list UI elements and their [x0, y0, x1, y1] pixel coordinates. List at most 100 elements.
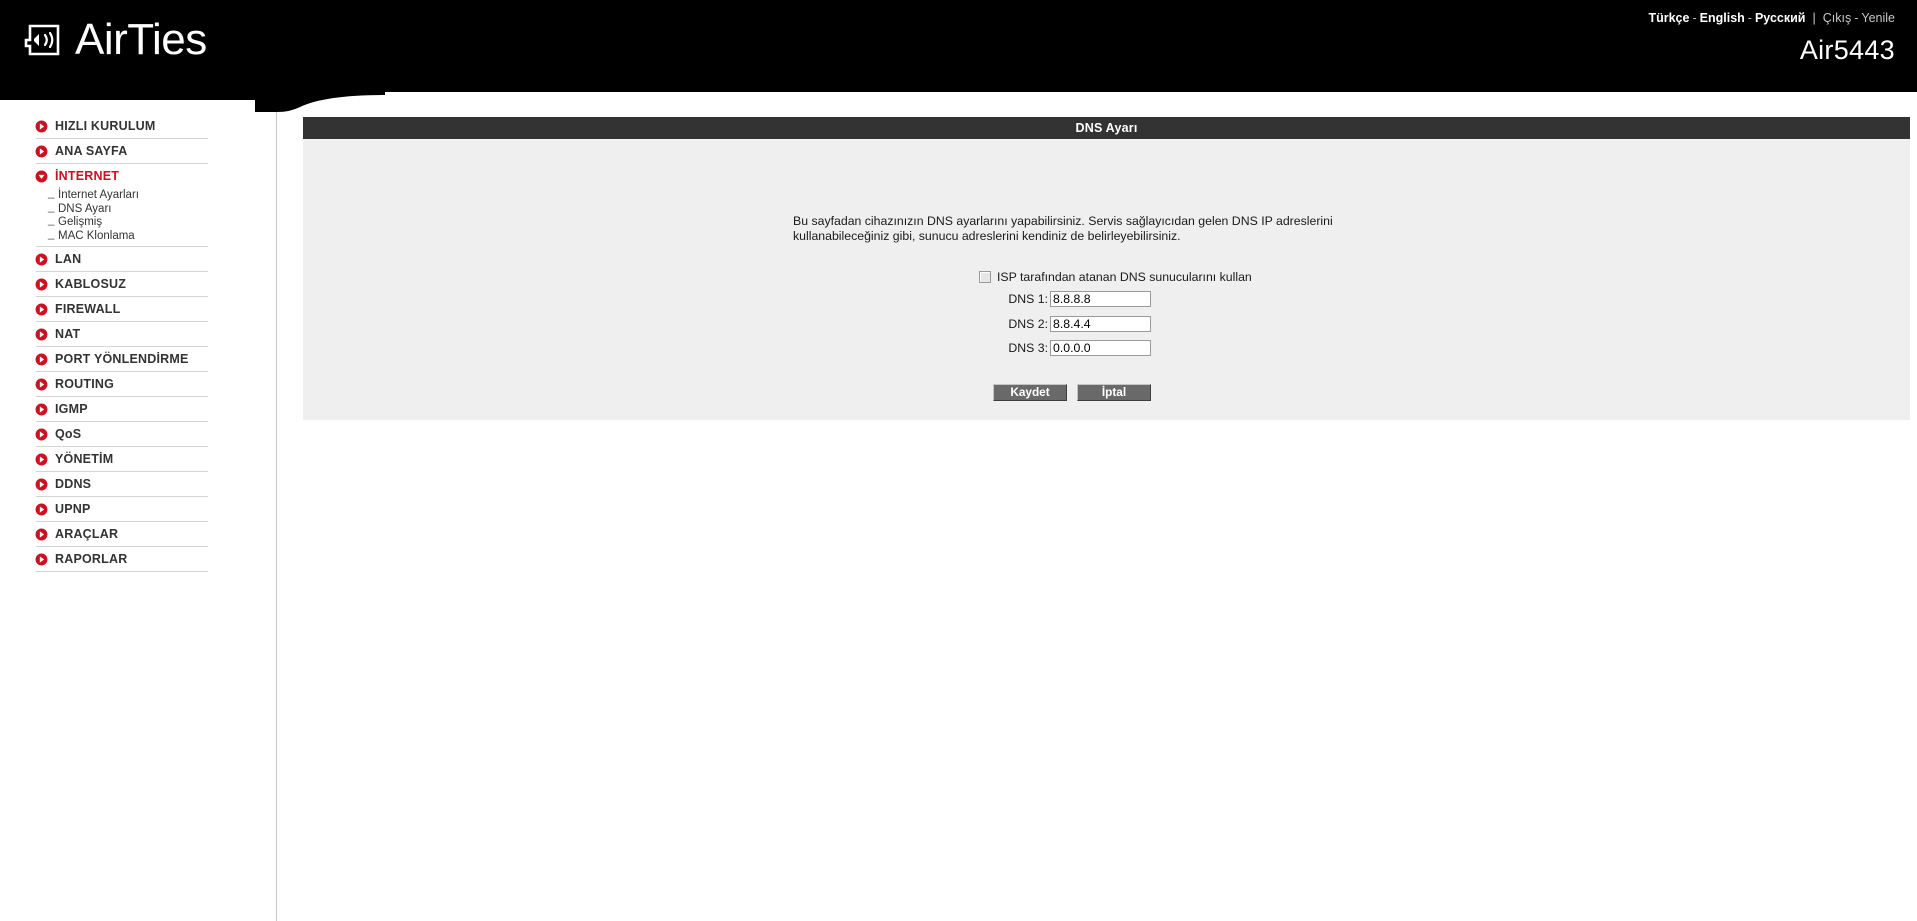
- sidebar-item-label: KABLOSUZ: [55, 277, 127, 292]
- form-actions: Kaydet İptal: [993, 384, 1151, 401]
- dns-2-input[interactable]: [1050, 316, 1151, 332]
- sidebar-item-hizli-kurulum[interactable]: HIZLI KURULUM: [35, 114, 208, 139]
- sidebar-item-igmp[interactable]: IGMP: [35, 397, 208, 423]
- sidebar-item-header[interactable]: KABLOSUZ: [35, 272, 208, 298]
- sidebar-item-label: NAT: [55, 327, 81, 342]
- airties-wifi-logo-icon: [24, 24, 60, 56]
- sidebar-subitem-mac-klonlama[interactable]: MAC Klonlama: [48, 229, 208, 244]
- arrow-right-circle-icon: [35, 403, 48, 416]
- sidebar-item-nat[interactable]: NAT: [35, 322, 208, 348]
- sidebar-item-ara-lar[interactable]: ARAÇLAR: [35, 522, 208, 548]
- arrow-right-circle-icon: [35, 553, 48, 566]
- sidebar-nav: HIZLI KURULUM ANA SAYFA İNTERNET İnternet A…: [0, 100, 277, 921]
- sidebar-item-label: ANA SAYFA: [55, 143, 128, 158]
- lang-link-russian[interactable]: Русский: [1755, 11, 1806, 25]
- sidebar-item-routing[interactable]: ROUTING: [35, 372, 208, 398]
- sidebar-item-label: HIZLI KURULUM: [55, 118, 156, 133]
- sidebar-item-header[interactable]: HIZLI KURULUM: [35, 114, 208, 139]
- sidebar-item-header[interactable]: ROUTING: [35, 372, 208, 398]
- header-curve-decoration: [255, 82, 385, 112]
- dns-3-label: DNS 3:: [1008, 340, 1048, 355]
- sidebar-item-label: LAN: [55, 252, 82, 267]
- sidebar-item-label: UPNP: [55, 502, 91, 517]
- sidebar-item-ddns[interactable]: DDNS: [35, 472, 208, 498]
- sidebar-item-lan[interactable]: LAN: [35, 247, 208, 273]
- lang-separator-1: -: [1692, 11, 1697, 25]
- arrow-right-circle-icon: [35, 120, 48, 132]
- sidebar-item-label: DDNS: [55, 477, 92, 492]
- arrow-right-circle-icon: [35, 478, 48, 491]
- dns-3-row: DNS 3:: [939, 340, 1359, 356]
- sidebar-submenu: İnternet AyarlarıDNS AyarıGelişmişMAC Kl…: [36, 188, 208, 246]
- sidebar-subitem-i-nternet-ayarlar[interactable]: İnternet Ayarları: [48, 188, 208, 203]
- sidebar-item-header[interactable]: PORT YÖNLENDİRME: [35, 347, 208, 373]
- arrow-right-circle-icon: [35, 328, 48, 341]
- dns-1-input[interactable]: [1050, 291, 1151, 307]
- sidebar-item-header[interactable]: RAPORLAR: [35, 547, 208, 573]
- sidebar-item-header[interactable]: ANA SAYFA: [35, 139, 208, 164]
- sidebar-item-label: IGMP: [55, 402, 88, 417]
- language-bar: Türkçe - English - Русский | Çıkış - Yenile: [1648, 11, 1895, 25]
- sidebar-subitem-dns-ayar[interactable]: DNS Ayarı: [48, 202, 208, 217]
- session-separator: -: [1854, 11, 1859, 25]
- sidebar-item-header[interactable]: ARAÇLAR: [35, 522, 208, 548]
- dns-3-input[interactable]: [1050, 340, 1151, 356]
- sidebar-item-header[interactable]: IGMP: [35, 397, 208, 423]
- arrow-right-circle-icon: [35, 378, 48, 391]
- sidebar-subitem-geli-mi[interactable]: Gelişmiş: [48, 215, 208, 230]
- sidebar-item-firewall[interactable]: FIREWALL: [35, 297, 208, 323]
- page-description: Bu sayfadan cihazınızın DNS ayarlarını y…: [793, 214, 1333, 243]
- sidebar-item-kablosuz[interactable]: KABLOSUZ: [35, 272, 208, 298]
- sidebar-item-label: RAPORLAR: [55, 552, 128, 567]
- dns-2-label: DNS 2:: [1008, 316, 1048, 331]
- logout-link[interactable]: Çıkış: [1823, 11, 1851, 25]
- cancel-button[interactable]: İptal: [1077, 384, 1151, 401]
- arrow-down-circle-icon: [35, 170, 48, 183]
- isp-dns-checkbox-label: ISP tarafından atanan DNS sunucularını k…: [997, 270, 1252, 284]
- lang-separator-2: -: [1747, 11, 1752, 25]
- sidebar-item-i-nternet[interactable]: İNTERNET İnternet AyarlarıDNS AyarıGelişm…: [35, 164, 208, 248]
- brand-name: AirTies: [75, 15, 207, 64]
- save-button[interactable]: Kaydet: [993, 384, 1067, 401]
- brand-logo: AirTies: [24, 18, 207, 62]
- isp-dns-checkbox-row[interactable]: ISP tarafından atanan DNS sunucularını k…: [979, 270, 1252, 284]
- lang-link-turkce[interactable]: Türkçe: [1648, 11, 1689, 25]
- arrow-right-circle-icon: [35, 428, 48, 441]
- arrow-right-circle-icon: [35, 278, 48, 291]
- sidebar-item-label: ARAÇLAR: [55, 527, 119, 542]
- sidebar-item-port-y-nlendi-rme[interactable]: PORT YÖNLENDİRME: [35, 347, 208, 373]
- sidebar-item-header[interactable]: İNTERNET: [35, 164, 208, 189]
- arrow-right-circle-icon: [35, 145, 48, 157]
- dns-2-row: DNS 2:: [939, 316, 1359, 332]
- content-panel: DNS Ayarı Bu sayfadan cihazınızın DNS ay…: [303, 117, 1910, 420]
- sidebar-item-ana-sayfa[interactable]: ANA SAYFA: [35, 139, 208, 164]
- sidebar-item-raporlar[interactable]: RAPORLAR: [35, 547, 208, 573]
- sidebar-item-header[interactable]: LAN: [35, 247, 208, 273]
- sidebar-item-header[interactable]: FIREWALL: [35, 297, 208, 323]
- sidebar-item-label: YÖNETİM: [55, 452, 114, 467]
- device-model-name: Air5443: [1799, 35, 1895, 65]
- arrow-right-circle-icon: [35, 453, 48, 466]
- arrow-right-circle-icon: [35, 503, 48, 516]
- sidebar-item-header[interactable]: YÖNETİM: [35, 447, 208, 473]
- app-header: AirTies Türkçe - English - Русский | Çıkış - Yen…: [0, 0, 1917, 92]
- sidebar-item-label: İNTERNET: [55, 169, 120, 184]
- sidebar-item-label: ROUTING: [55, 377, 115, 392]
- sidebar-item-upnp[interactable]: UPNP: [35, 497, 208, 523]
- sidebar-item-y-neti-m[interactable]: YÖNETİM: [35, 447, 208, 473]
- sidebar-item-label: QoS: [55, 427, 82, 442]
- arrow-right-circle-icon: [35, 528, 48, 541]
- sidebar-item-header[interactable]: QoS: [35, 422, 208, 448]
- refresh-link[interactable]: Yenile: [1861, 11, 1895, 25]
- arrow-right-circle-icon: [35, 253, 48, 266]
- isp-dns-checkbox[interactable]: [979, 271, 991, 283]
- sidebar-item-header[interactable]: NAT: [35, 322, 208, 348]
- sidebar-item-qos[interactable]: QoS: [35, 422, 208, 448]
- sidebar-item-label: PORT YÖNLENDİRME: [55, 352, 189, 367]
- sidebar-item-header[interactable]: DDNS: [35, 472, 208, 498]
- dns-1-row: DNS 1:: [939, 291, 1359, 307]
- sidebar-item-header[interactable]: UPNP: [35, 497, 208, 523]
- lang-link-english[interactable]: English: [1700, 11, 1745, 25]
- panel-body: Bu sayfadan cihazınızın DNS ayarlarını y…: [303, 139, 1910, 420]
- dns-1-label: DNS 1:: [1008, 291, 1048, 306]
